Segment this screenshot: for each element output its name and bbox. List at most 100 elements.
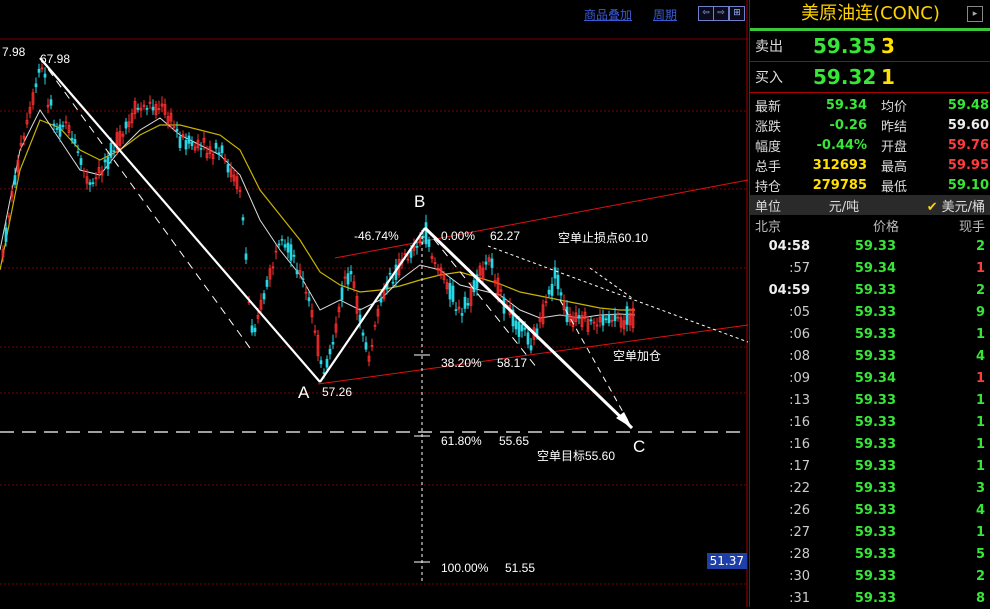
tick-volume: 1 — [975, 458, 985, 474]
target-label: 空单目标55.60 — [537, 449, 615, 463]
candle-body — [331, 341, 335, 345]
bid-price: 59.32 — [813, 65, 877, 89]
point-a-label: A — [298, 383, 310, 402]
stat-label: 持仓 — [755, 179, 782, 195]
tick-time: 04:58 — [768, 238, 810, 254]
ask-row: 卖出 59.35 3 — [750, 31, 990, 61]
stat-label: 开盘 — [881, 139, 908, 155]
candle-body — [88, 182, 92, 185]
tick-price: 59.33 — [854, 392, 896, 408]
tick-time: :27 — [789, 524, 810, 540]
tick-time: :05 — [789, 304, 810, 320]
tick-price: 59.33 — [854, 326, 896, 342]
candle-body — [556, 274, 560, 290]
tick-volume: 2 — [975, 568, 985, 584]
candle-body — [514, 320, 518, 330]
candle-body — [220, 145, 224, 154]
candle-body — [106, 156, 110, 170]
candle-body — [190, 141, 194, 147]
expand-icon[interactable]: ⊞ — [729, 6, 745, 21]
stat-label: 幅度 — [755, 139, 782, 155]
stat-row: 总手 312693 最高 59.95 — [750, 155, 990, 175]
tick-row[interactable]: :16 59.33 1 — [750, 411, 990, 433]
tick-time: :22 — [789, 480, 810, 496]
period-link[interactable]: 周期 — [653, 6, 677, 22]
tick-row[interactable]: :06 59.33 1 — [750, 323, 990, 345]
tick-volume: 2 — [975, 282, 985, 298]
tick-row[interactable]: :22 59.33 3 — [750, 477, 990, 499]
stat-row: 幅度 -0.44% 开盘 59.76 — [750, 135, 990, 155]
candle-body — [178, 136, 182, 148]
tick-volume: 1 — [975, 326, 985, 342]
candle-body — [472, 280, 476, 293]
candle-body — [451, 285, 455, 302]
stat-label: 昨结 — [881, 119, 908, 135]
overlay-link[interactable]: 商品叠加 — [584, 6, 632, 22]
tick-row[interactable]: :08 59.33 4 — [750, 345, 990, 367]
zoom-left-icon[interactable]: ⇦ — [698, 6, 714, 21]
candle-body — [523, 327, 527, 330]
candle-body — [265, 279, 269, 287]
candle-body — [214, 142, 218, 149]
candle-body — [550, 283, 554, 296]
tick-row[interactable]: :09 59.34 1 — [750, 367, 990, 389]
zoom-right-icon[interactable]: ⇨ — [713, 6, 729, 21]
tick-row[interactable]: :16 59.33 1 — [750, 433, 990, 455]
tick-row[interactable]: :27 59.33 1 — [750, 521, 990, 543]
candle-body — [547, 289, 551, 295]
tick-row[interactable]: 04:58 59.33 2 — [750, 235, 990, 257]
tick-row[interactable]: :57 59.34 1 — [750, 257, 990, 279]
instrument-title: 美原油连(CONC) ▸ — [750, 0, 990, 28]
tick-price: 59.33 — [854, 304, 896, 320]
quote-panel: 美原油连(CONC) ▸ 卖出 59.35 3 买入 59.32 1 最新 59.… — [749, 0, 990, 607]
stat-row: 最新 59.34 均价 59.48 — [750, 95, 990, 115]
candle-body — [520, 324, 524, 332]
candle-body — [55, 127, 59, 130]
tick-volume: 4 — [975, 348, 985, 364]
tick-price: 59.33 — [854, 458, 896, 474]
candle-body — [577, 315, 581, 319]
candle-body — [301, 278, 305, 281]
candle-body — [61, 125, 65, 127]
tick-price: 59.33 — [854, 436, 896, 452]
stat-value: 59.76 — [947, 137, 989, 153]
candle-body — [448, 283, 452, 300]
tick-time: :13 — [789, 392, 810, 408]
tick-row[interactable]: :26 59.33 4 — [750, 499, 990, 521]
candle-body — [34, 83, 38, 88]
candle-body — [283, 244, 287, 248]
tick-row[interactable]: :13 59.33 1 — [750, 389, 990, 411]
tick-row[interactable]: :17 59.33 1 — [750, 455, 990, 477]
point-b-label: B — [414, 192, 425, 211]
candle-body — [286, 242, 290, 253]
candle-body — [262, 293, 266, 300]
tick-volume: 9 — [975, 304, 985, 320]
candle-body — [37, 68, 41, 73]
stat-row: 涨跌 -0.26 昨结 59.60 — [750, 115, 990, 135]
tick-row[interactable]: 04:59 59.33 2 — [750, 279, 990, 301]
candle-body — [319, 360, 323, 365]
tick-time: :16 — [789, 414, 810, 430]
fib100-label: 100.00% — [441, 561, 489, 575]
unit-usd-option[interactable]: ✔ 美元/桶 — [893, 196, 990, 215]
tick-row[interactable]: :31 59.33 8 — [750, 587, 990, 609]
candle-body — [613, 314, 617, 322]
stat-value: -0.26 — [829, 117, 867, 133]
candle-body — [607, 314, 611, 324]
unit-cny-option[interactable]: 元/吨 — [795, 196, 893, 215]
tick-row[interactable]: :05 59.33 9 — [750, 301, 990, 323]
tick-row[interactable]: :28 59.33 5 — [750, 543, 990, 565]
channel-lines — [317, 179, 748, 385]
tick-volume: 1 — [975, 436, 985, 452]
candle-body — [307, 297, 311, 302]
bid-volume: 1 — [881, 65, 895, 89]
candle-body — [91, 182, 95, 184]
toggle-panel-icon[interactable]: ▸ — [967, 6, 983, 22]
candle-body — [490, 258, 494, 268]
candlestick-chart[interactable]: 7.98 67.98 A 57.26 B -46.74% 0.00% 62.27… — [0, 0, 748, 607]
ticks-list[interactable]: 04:58 59.33 2:57 59.34 1 04:59 59.33 2:05 59.33 9… — [750, 235, 990, 609]
tick-row[interactable]: :30 59.33 2 — [750, 565, 990, 587]
stat-row: 持仓 279785 最低 59.10 — [750, 175, 990, 195]
candle-body — [145, 107, 149, 110]
candle-body — [484, 261, 488, 265]
